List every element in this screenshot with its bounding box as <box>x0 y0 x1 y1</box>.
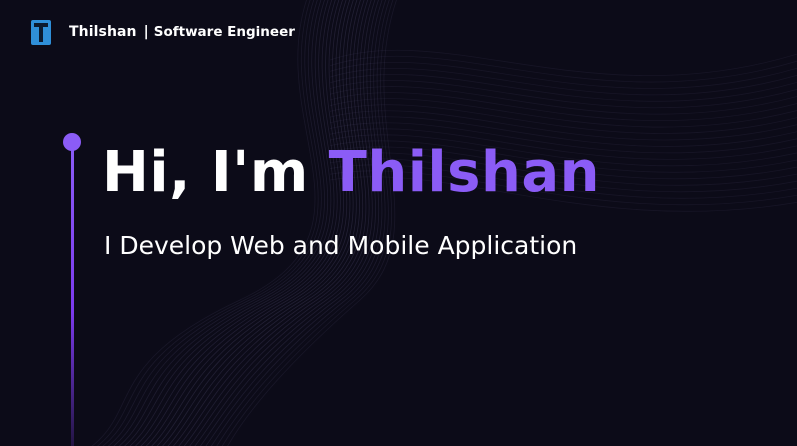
brand-name[interactable]: Thilshan <box>69 24 137 40</box>
wave-line <box>329 55 797 83</box>
background-wave-pattern <box>91 0 797 446</box>
hero-greeting: Hi, I'm <box>102 140 309 205</box>
wave-line <box>129 0 338 446</box>
brand-role: Software Engineer <box>153 24 295 40</box>
wave-line <box>205 0 383 446</box>
hero-name: Thilshan <box>328 140 600 205</box>
hero-subtitle: I Develop Web and Mobile Application <box>104 231 578 260</box>
wave-line <box>113 0 329 446</box>
wave-line <box>156 0 354 446</box>
site-header: Thilshan | Software Engineer <box>31 18 295 46</box>
wave-line <box>210 0 387 446</box>
letter-t-logo-icon[interactable] <box>31 19 51 45</box>
wave-line <box>107 0 325 446</box>
wave-line <box>183 0 370 446</box>
wave-line <box>102 0 322 446</box>
wave-line <box>124 0 335 446</box>
brand-separator: | <box>143 24 149 40</box>
wave-line <box>151 0 351 446</box>
wave-line <box>329 49 797 76</box>
wave-line <box>97 0 319 446</box>
wave-line <box>227 0 398 446</box>
wave-line <box>134 0 341 446</box>
wave-line <box>329 86 797 115</box>
wave-line <box>329 80 797 109</box>
wave-line <box>329 67 797 96</box>
wave-line <box>329 61 797 89</box>
timeline-line <box>71 148 74 446</box>
wave-line <box>140 0 344 446</box>
wave-line <box>329 74 797 102</box>
hero-title: Hi, I'm Thilshan <box>102 128 600 218</box>
wave-line <box>172 0 364 446</box>
